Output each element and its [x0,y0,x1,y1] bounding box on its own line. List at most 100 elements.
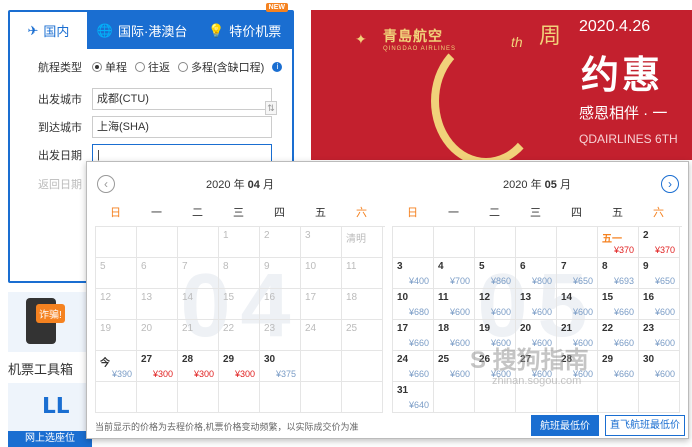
day-number: 6 [520,261,526,272]
day-number: 13 [141,292,153,303]
day-cell[interactable]: 18 ¥600 [434,320,475,351]
day-number: 25 [346,323,358,334]
day-cell[interactable]: 4 ¥700 [434,258,475,289]
day-price: ¥600 [531,307,552,317]
tab-special-fares[interactable]: 💡 特价机票 NEW [197,3,292,49]
day-cell[interactable]: 30 ¥600 [639,351,680,382]
day-number: 18 [438,323,450,334]
day-cell: 20 [137,320,178,351]
day-number: 21 [561,323,573,334]
radio-round-trip[interactable]: 往返 [135,59,170,75]
day-cell: 21 [178,320,219,351]
tab-domestic[interactable]: ✈ 国内 [10,12,87,49]
day-number: 23 [643,323,655,334]
day-number: 今 [100,358,110,369]
day-number: 2 [264,230,270,241]
day-cell[interactable]: 31 ¥640 [393,382,434,413]
day-cell[interactable]: 8 ¥693 [598,258,639,289]
day-number: 14 [561,292,573,303]
day-cell: 12 [96,289,137,320]
day-cell[interactable]: 17 ¥660 [393,320,434,351]
day-cell [178,227,219,258]
trip-type-row: 航程类型 单程 往返 多程(含缺口程) i [38,59,283,75]
radio-one-way[interactable]: 单程 [92,59,127,75]
day-number: 清明 [346,234,366,245]
search-tabs: ✈ 国内 🌐 国际·港澳台 💡 特价机票 NEW [10,3,292,49]
online-seat-card[interactable]: ᒪᒪ 网上选座位 [8,383,92,447]
day-cell: 7 [178,258,219,289]
day-cell[interactable]: 9 ¥650 [639,258,680,289]
ad-title: 约惠 [581,55,664,97]
from-city-input[interactable]: 成都(CTU) [92,88,272,110]
lowest-fare-button[interactable]: 航班最低价 [531,415,599,436]
day-number: 20 [520,323,532,334]
day-number: 24 [305,323,317,334]
day-number: 1 [223,230,229,241]
promo-banner[interactable]: ✦ 青島航空 QINGDAO AIRLINES th 周 2020.4.26 约… [311,10,692,160]
day-cell: 8 [219,258,260,289]
sogou-watermark-url: zhinan.sogou.com [492,375,582,387]
new-badge: NEW [265,3,288,12]
day-price: ¥660 [613,307,634,317]
day-cell[interactable]: 3 ¥400 [393,258,434,289]
day-price: ¥300 [234,369,255,379]
day-price: ¥660 [408,369,429,379]
day-cell[interactable]: 24 ¥660 [393,351,434,382]
day-cell[interactable]: 10 ¥680 [393,289,434,320]
day-number: 23 [264,323,276,334]
month-title-april: 2020 年 04 月 [95,170,385,200]
day-cell[interactable]: 12 ¥600 [475,289,516,320]
day-number: 五一 [602,234,622,245]
toolbox-banner[interactable]: 诈骗! [8,292,92,352]
day-cell[interactable]: 14 ¥600 [557,289,598,320]
day-cell[interactable]: 29 ¥300 [219,351,260,382]
day-cell[interactable]: 30 ¥375 [260,351,301,382]
tab-domestic-label: 国内 [43,24,70,39]
weekday-header-april: 日一二三四五六 [95,200,385,226]
day-cell [137,382,178,413]
brand-cn: 青島航空 [383,28,443,44]
ad-english: QDAIRLINES 6TH [579,132,678,146]
day-cell[interactable]: 27 ¥300 [137,351,178,382]
day-number: 29 [602,354,614,365]
day-cell[interactable]: 13 ¥600 [516,289,557,320]
day-price: ¥650 [572,276,593,286]
info-icon[interactable]: i [272,62,283,72]
from-city-row: 出发城市 成都(CTU) [38,88,272,110]
day-cell[interactable]: 11 ¥600 [434,289,475,320]
radio-dot-icon [178,62,188,72]
day-number: 6 [141,261,147,272]
day-cell[interactable]: 五一 ¥370 [598,227,639,258]
weekday-label: 三 [530,207,541,219]
day-cell[interactable]: 今 ¥390 [96,351,137,382]
day-cell[interactable]: 22 ¥660 [598,320,639,351]
swap-cities-icon[interactable]: ⇅ [265,101,277,115]
day-number: 19 [100,323,112,334]
month-year-may: 2020 年 [503,179,545,191]
day-price: ¥650 [654,276,675,286]
day-cell[interactable]: 16 ¥600 [639,289,680,320]
weekday-label: 三 [233,207,244,219]
tab-special-label: 特价机票 [229,24,282,39]
day-cell: 2 [260,227,301,258]
to-city-input[interactable]: 上海(SHA) [92,116,272,138]
day-number: 24 [397,354,409,365]
day-cell [342,351,383,382]
day-cell [178,382,219,413]
day-cell[interactable]: 2 ¥370 [639,227,680,258]
day-cell: 22 [219,320,260,351]
tab-international[interactable]: 🌐 国际·港澳台 [87,12,197,49]
day-cell[interactable]: 28 ¥300 [178,351,219,382]
radio-multi-city[interactable]: 多程(含缺口程) [178,59,264,75]
day-cell[interactable]: 7 ¥650 [557,258,598,289]
day-cell [475,227,516,258]
day-cell[interactable]: 6 ¥800 [516,258,557,289]
day-cell[interactable]: 25 ¥600 [434,351,475,382]
day-price: ¥660 [613,338,634,348]
direct-lowest-fare-button[interactable]: 直飞航班最低价 [605,415,685,436]
day-cell[interactable]: 23 ¥600 [639,320,680,351]
day-cell[interactable]: 15 ¥660 [598,289,639,320]
day-cell[interactable]: 29 ¥660 [598,351,639,382]
day-cell[interactable]: 5 ¥860 [475,258,516,289]
day-cell [96,382,137,413]
